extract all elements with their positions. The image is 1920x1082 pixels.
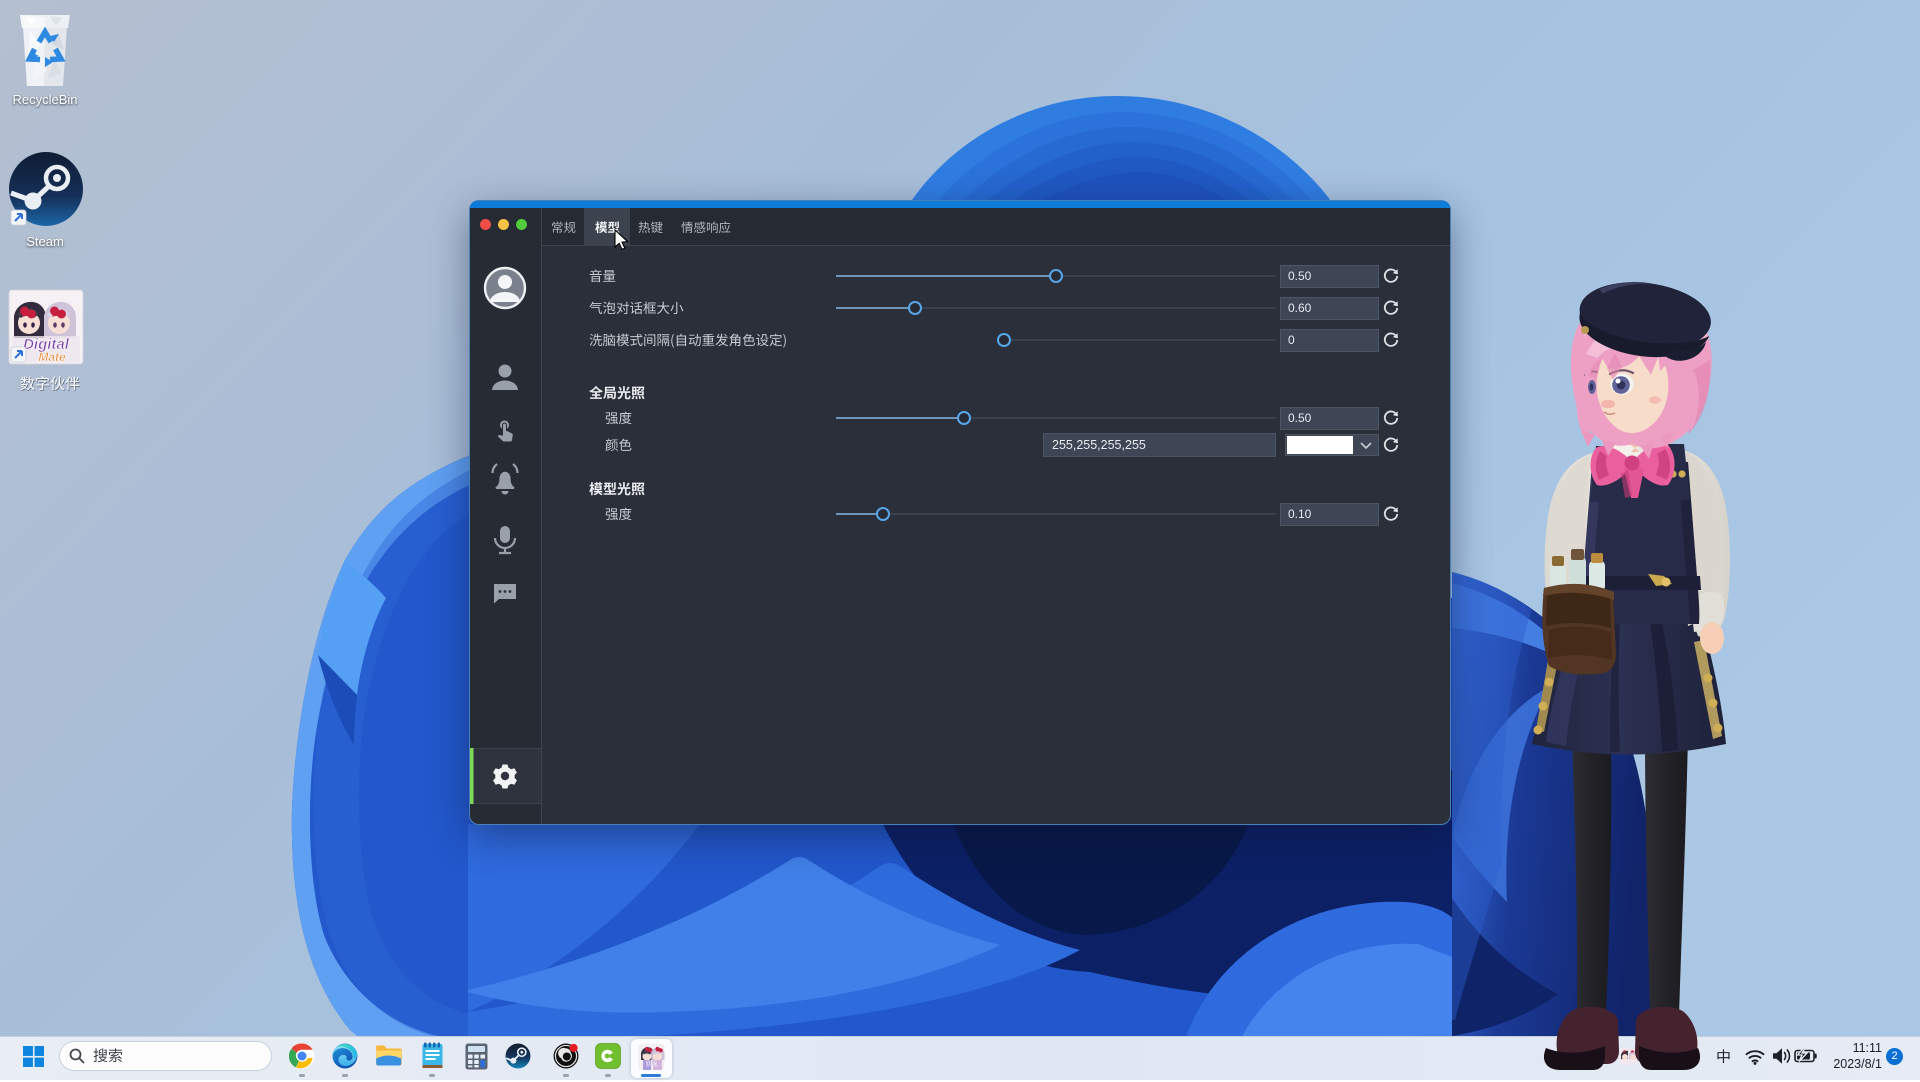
svg-text:DM: DM: [646, 1061, 657, 1068]
svg-text:Mate: Mate: [38, 350, 66, 364]
